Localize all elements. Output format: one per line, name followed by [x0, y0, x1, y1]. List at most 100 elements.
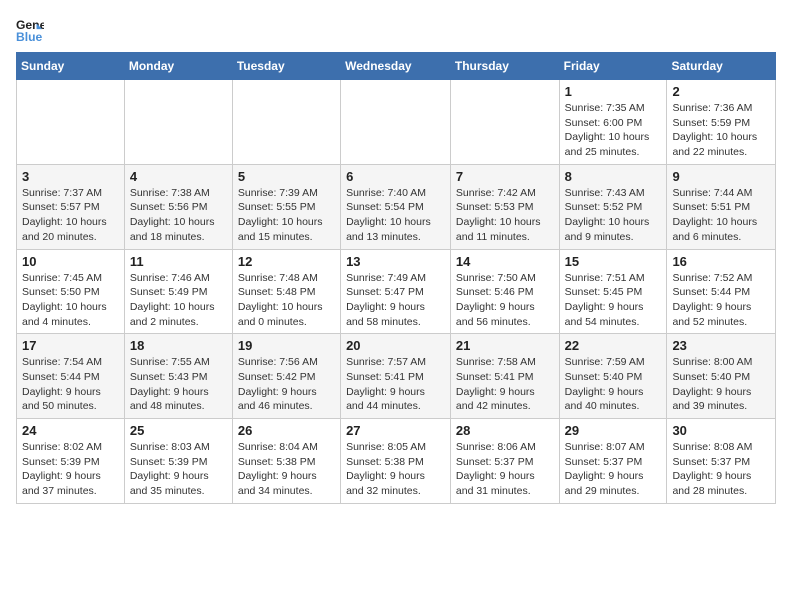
calendar-day-cell: 15 Sunrise: 7:51 AM Sunset: 5:45 PM Dayli… [559, 249, 667, 334]
calendar-day-cell: 26Sunrise: 8:04 AM Sunset: 5:38 PM Dayli… [232, 419, 340, 504]
calendar-day-cell: 9 Sunrise: 7:44 AM Sunset: 5:51 PM Daylig… [667, 164, 776, 249]
day-info: Sunrise: 8:08 AM Sunset: 5:37 PM Dayligh… [672, 440, 770, 499]
day-number: 13 [346, 254, 445, 269]
calendar-week-row: 24Sunrise: 8:02 AM Sunset: 5:39 PM Dayli… [17, 419, 776, 504]
day-info: Sunrise: 7:43 AM Sunset: 5:52 PM Dayligh… [565, 186, 662, 245]
calendar-header-cell: Friday [559, 53, 667, 80]
calendar-day-cell: 8 Sunrise: 7:43 AM Sunset: 5:52 PM Daylig… [559, 164, 667, 249]
calendar-day-cell: 7 Sunrise: 7:42 AM Sunset: 5:53 PM Daylig… [450, 164, 559, 249]
calendar-day-cell: 14Sunrise: 7:50 AM Sunset: 5:46 PM Dayli… [450, 249, 559, 334]
day-number: 17 [22, 338, 119, 353]
day-number: 6 [346, 169, 445, 184]
calendar-day-cell: 19 Sunrise: 7:56 AM Sunset: 5:42 PM Dayli… [232, 334, 340, 419]
calendar-day-cell: 27 Sunrise: 8:05 AM Sunset: 5:38 PM Dayli… [341, 419, 451, 504]
day-number: 15 [565, 254, 662, 269]
day-number: 28 [456, 423, 554, 438]
calendar-header-cell: Sunday [17, 53, 125, 80]
day-info: Sunrise: 7:49 AM Sunset: 5:47 PM Dayligh… [346, 271, 445, 330]
day-info: Sunrise: 7:57 AM Sunset: 5:41 PM Dayligh… [346, 355, 445, 414]
day-info: Sunrise: 7:44 AM Sunset: 5:51 PM Dayligh… [672, 186, 770, 245]
calendar-day-cell: 18 Sunrise: 7:55 AM Sunset: 5:43 PM Dayli… [124, 334, 232, 419]
day-number: 25 [130, 423, 227, 438]
day-number: 27 [346, 423, 445, 438]
day-info: Sunrise: 8:07 AM Sunset: 5:37 PM Dayligh… [565, 440, 662, 499]
day-number: 3 [22, 169, 119, 184]
day-info: Sunrise: 7:50 AM Sunset: 5:46 PM Dayligh… [456, 271, 554, 330]
calendar-day-cell [17, 80, 125, 165]
day-number: 16 [672, 254, 770, 269]
day-info: Sunrise: 7:59 AM Sunset: 5:40 PM Dayligh… [565, 355, 662, 414]
day-info: Sunrise: 7:56 AM Sunset: 5:42 PM Dayligh… [238, 355, 335, 414]
calendar-day-cell: 6 Sunrise: 7:40 AM Sunset: 5:54 PM Daylig… [341, 164, 451, 249]
day-info: Sunrise: 7:54 AM Sunset: 5:44 PM Dayligh… [22, 355, 119, 414]
calendar-day-cell: 25Sunrise: 8:03 AM Sunset: 5:39 PM Dayli… [124, 419, 232, 504]
calendar-day-cell: 13 Sunrise: 7:49 AM Sunset: 5:47 PM Dayli… [341, 249, 451, 334]
calendar-header-cell: Saturday [667, 53, 776, 80]
calendar-day-cell [450, 80, 559, 165]
day-number: 29 [565, 423, 662, 438]
day-number: 8 [565, 169, 662, 184]
day-number: 26 [238, 423, 335, 438]
calendar-week-row: 1 Sunrise: 7:35 AM Sunset: 6:00 PM Daylig… [17, 80, 776, 165]
calendar-header-row: SundayMondayTuesdayWednesdayThursdayFrid… [17, 53, 776, 80]
day-info: Sunrise: 7:42 AM Sunset: 5:53 PM Dayligh… [456, 186, 554, 245]
calendar-day-cell: 17 Sunrise: 7:54 AM Sunset: 5:44 PM Dayli… [17, 334, 125, 419]
day-info: Sunrise: 7:48 AM Sunset: 5:48 PM Dayligh… [238, 271, 335, 330]
day-number: 2 [672, 84, 770, 99]
calendar-day-cell: 5 Sunrise: 7:39 AM Sunset: 5:55 PM Daylig… [232, 164, 340, 249]
day-info: Sunrise: 7:45 AM Sunset: 5:50 PM Dayligh… [22, 271, 119, 330]
calendar-week-row: 17 Sunrise: 7:54 AM Sunset: 5:44 PM Dayli… [17, 334, 776, 419]
calendar-day-cell: 21Sunrise: 7:58 AM Sunset: 5:41 PM Dayli… [450, 334, 559, 419]
day-info: Sunrise: 7:58 AM Sunset: 5:41 PM Dayligh… [456, 355, 554, 414]
day-number: 19 [238, 338, 335, 353]
day-info: Sunrise: 8:02 AM Sunset: 5:39 PM Dayligh… [22, 440, 119, 499]
svg-text:Blue: Blue [16, 30, 43, 44]
calendar-week-row: 3Sunrise: 7:37 AM Sunset: 5:57 PM Daylig… [17, 164, 776, 249]
day-info: Sunrise: 8:05 AM Sunset: 5:38 PM Dayligh… [346, 440, 445, 499]
calendar-header-cell: Thursday [450, 53, 559, 80]
day-number: 9 [672, 169, 770, 184]
day-number: 22 [565, 338, 662, 353]
day-number: 18 [130, 338, 227, 353]
day-number: 12 [238, 254, 335, 269]
day-info: Sunrise: 7:40 AM Sunset: 5:54 PM Dayligh… [346, 186, 445, 245]
calendar-header-cell: Monday [124, 53, 232, 80]
calendar-day-cell: 16 Sunrise: 7:52 AM Sunset: 5:44 PM Dayli… [667, 249, 776, 334]
calendar-day-cell: 4 Sunrise: 7:38 AM Sunset: 5:56 PM Daylig… [124, 164, 232, 249]
calendar-day-cell: 10 Sunrise: 7:45 AM Sunset: 5:50 PM Dayli… [17, 249, 125, 334]
calendar-day-cell: 2 Sunrise: 7:36 AM Sunset: 5:59 PM Daylig… [667, 80, 776, 165]
day-info: Sunrise: 8:00 AM Sunset: 5:40 PM Dayligh… [672, 355, 770, 414]
calendar-day-cell [341, 80, 451, 165]
calendar-week-row: 10 Sunrise: 7:45 AM Sunset: 5:50 PM Dayli… [17, 249, 776, 334]
calendar-day-cell [232, 80, 340, 165]
logo-icon: General Blue [16, 16, 44, 44]
day-info: Sunrise: 7:35 AM Sunset: 6:00 PM Dayligh… [565, 101, 662, 160]
day-number: 5 [238, 169, 335, 184]
day-info: Sunrise: 7:36 AM Sunset: 5:59 PM Dayligh… [672, 101, 770, 160]
calendar-day-cell [124, 80, 232, 165]
day-info: Sunrise: 7:46 AM Sunset: 5:49 PM Dayligh… [130, 271, 227, 330]
day-info: Sunrise: 7:38 AM Sunset: 5:56 PM Dayligh… [130, 186, 227, 245]
day-number: 20 [346, 338, 445, 353]
calendar-day-cell: 30 Sunrise: 8:08 AM Sunset: 5:37 PM Dayli… [667, 419, 776, 504]
calendar-header-cell: Wednesday [341, 53, 451, 80]
day-info: Sunrise: 7:52 AM Sunset: 5:44 PM Dayligh… [672, 271, 770, 330]
day-number: 4 [130, 169, 227, 184]
calendar-day-cell: 1 Sunrise: 7:35 AM Sunset: 6:00 PM Daylig… [559, 80, 667, 165]
calendar-body: 1 Sunrise: 7:35 AM Sunset: 6:00 PM Daylig… [17, 80, 776, 504]
logo: General Blue [16, 16, 48, 44]
calendar-day-cell: 28Sunrise: 8:06 AM Sunset: 5:37 PM Dayli… [450, 419, 559, 504]
day-info: Sunrise: 7:51 AM Sunset: 5:45 PM Dayligh… [565, 271, 662, 330]
day-number: 7 [456, 169, 554, 184]
day-number: 1 [565, 84, 662, 99]
day-number: 30 [672, 423, 770, 438]
calendar-day-cell: 3Sunrise: 7:37 AM Sunset: 5:57 PM Daylig… [17, 164, 125, 249]
day-number: 11 [130, 254, 227, 269]
day-number: 10 [22, 254, 119, 269]
calendar-day-cell: 12 Sunrise: 7:48 AM Sunset: 5:48 PM Dayli… [232, 249, 340, 334]
day-info: Sunrise: 7:55 AM Sunset: 5:43 PM Dayligh… [130, 355, 227, 414]
calendar-day-cell: 11 Sunrise: 7:46 AM Sunset: 5:49 PM Dayli… [124, 249, 232, 334]
day-info: Sunrise: 7:39 AM Sunset: 5:55 PM Dayligh… [238, 186, 335, 245]
page-header: General Blue [16, 16, 776, 44]
calendar-day-cell: 24Sunrise: 8:02 AM Sunset: 5:39 PM Dayli… [17, 419, 125, 504]
